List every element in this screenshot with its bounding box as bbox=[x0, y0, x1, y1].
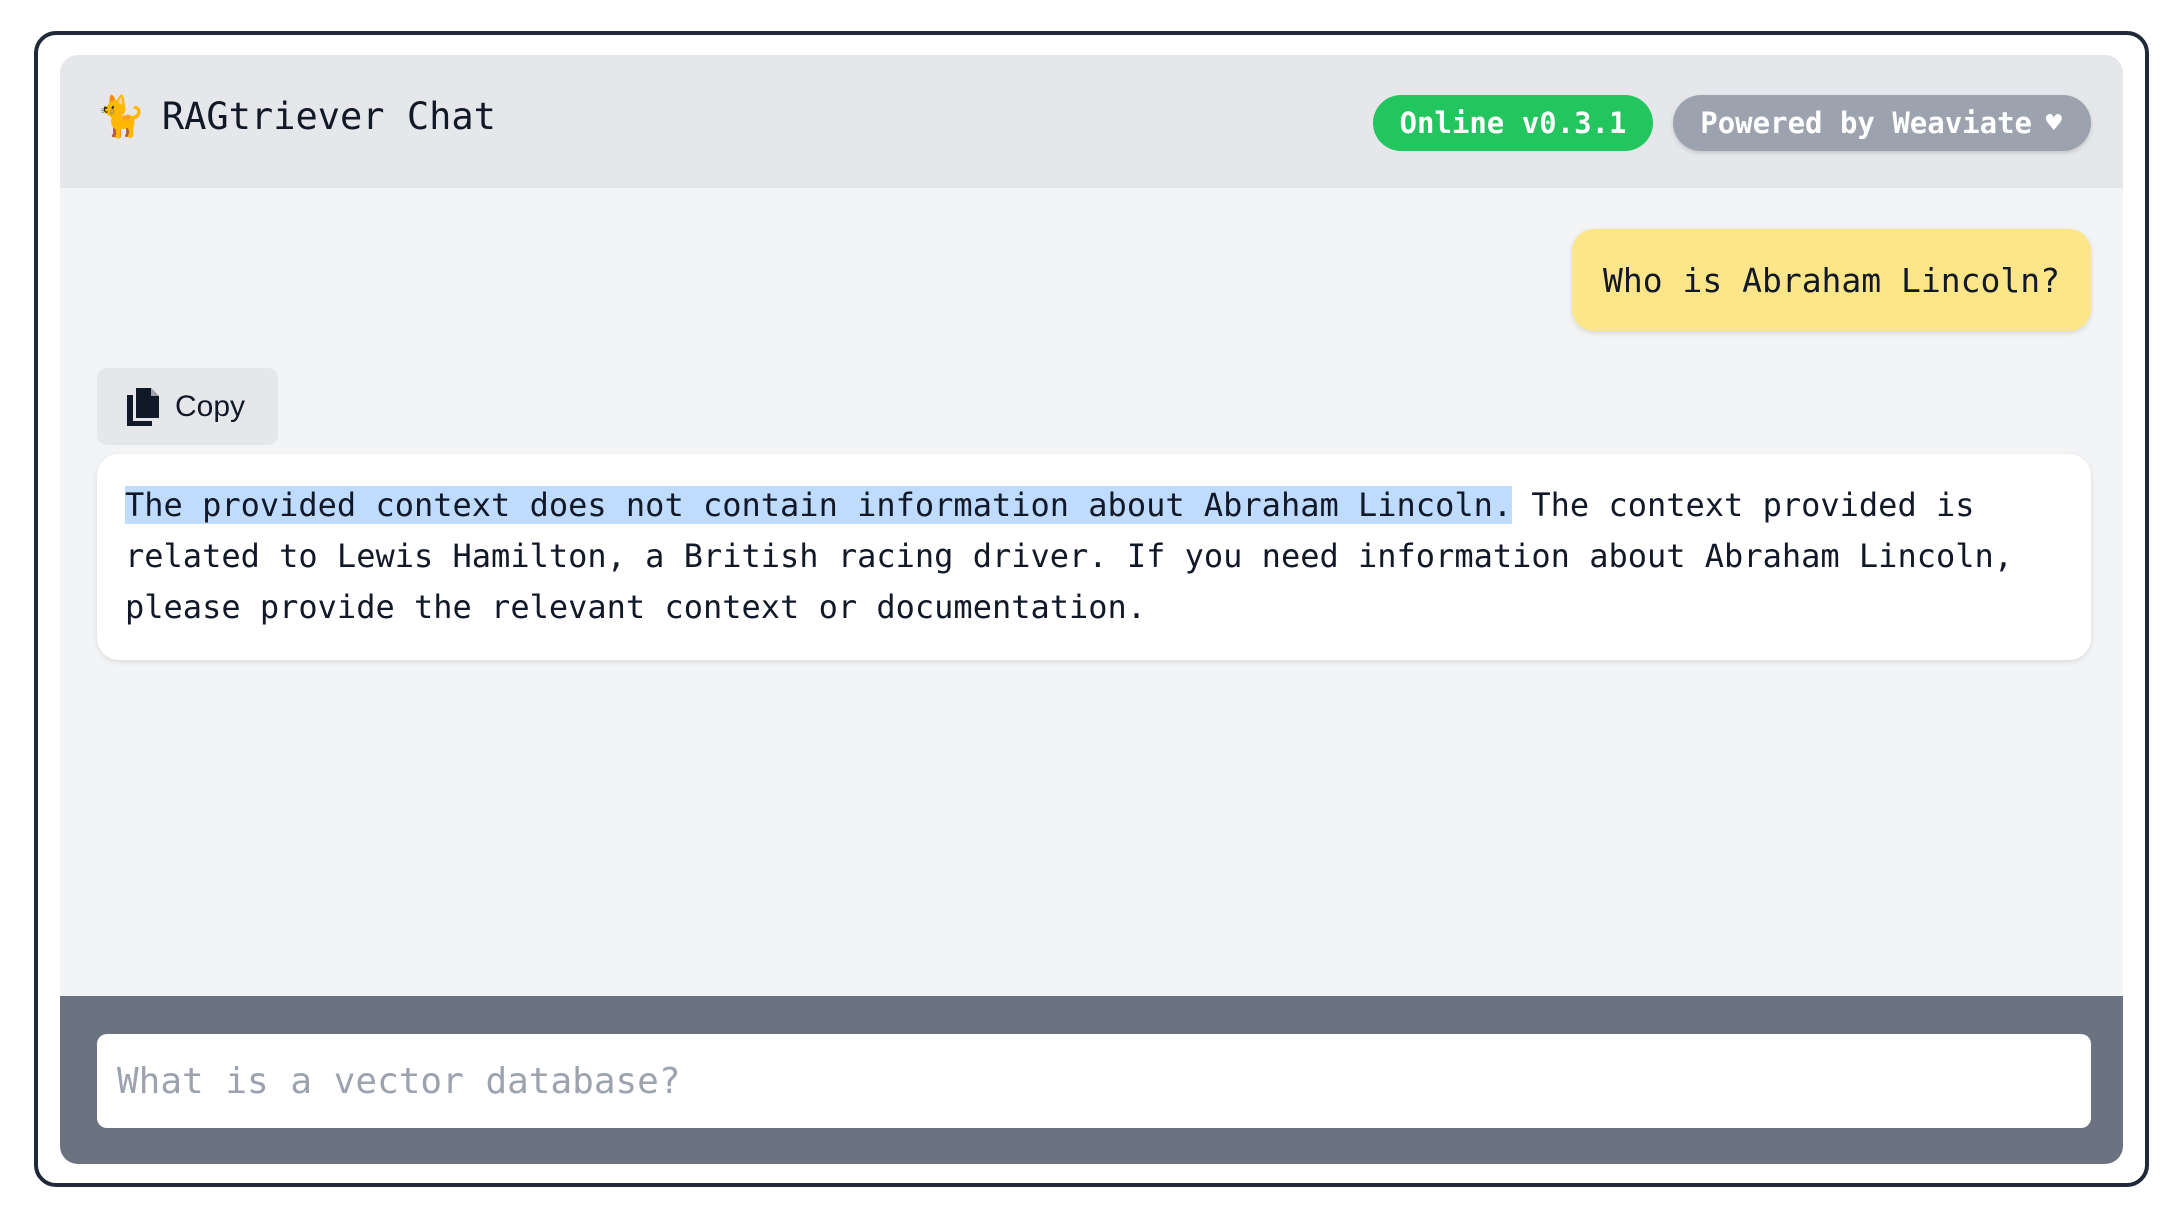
window-frame: 🐈 RAGtriever Chat Online v0.3.1 Powered … bbox=[34, 31, 2149, 1187]
powered-by-badge[interactable]: Powered by Weaviate ♥ bbox=[1673, 95, 2091, 151]
input-bar bbox=[60, 996, 2123, 1164]
cat-icon: 🐈 bbox=[96, 93, 146, 140]
user-message-text: Who is Abraham Lincoln? bbox=[1603, 260, 2060, 300]
bot-message: The provided context does not contain in… bbox=[97, 454, 2091, 660]
status-badge-text: Online v0.3.1 bbox=[1399, 106, 1627, 140]
chat-app: 🐈 RAGtriever Chat Online v0.3.1 Powered … bbox=[60, 55, 2123, 1164]
chat-header: 🐈 RAGtriever Chat Online v0.3.1 Powered … bbox=[60, 55, 2123, 188]
heart-icon: ♥ bbox=[2044, 110, 2064, 136]
copy-button[interactable]: Copy bbox=[97, 368, 278, 445]
status-badge: Online v0.3.1 bbox=[1373, 95, 1653, 151]
copy-icon bbox=[127, 387, 159, 426]
chat-input[interactable] bbox=[97, 1034, 2091, 1128]
app-title: 🐈 RAGtriever Chat bbox=[96, 95, 496, 138]
copy-button-label: Copy bbox=[175, 389, 246, 423]
app-title-text: RAGtriever Chat bbox=[161, 95, 496, 138]
user-message: Who is Abraham Lincoln? bbox=[1572, 229, 2091, 331]
powered-by-text: Powered by Weaviate bbox=[1700, 106, 2032, 140]
selected-text: The provided context does not contain in… bbox=[125, 486, 1513, 524]
